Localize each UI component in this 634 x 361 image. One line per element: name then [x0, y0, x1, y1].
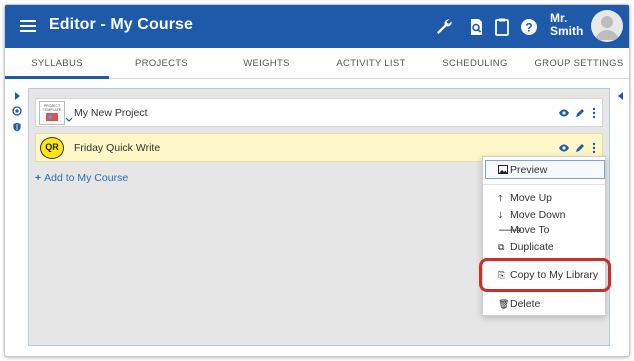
page-title: Editor - My Course — [49, 16, 194, 33]
chevron-down-icon[interactable] — [65, 116, 73, 124]
list-item[interactable]: PROJECT TEMPLATE My New Project — [35, 98, 603, 127]
menu-item-move-to[interactable]: 🡒Move To — [498, 224, 550, 236]
hamburger-menu-icon[interactable] — [19, 17, 37, 35]
preview-doc-icon[interactable] — [466, 17, 486, 37]
tab-syllabus[interactable]: SYLLABUS — [5, 48, 109, 79]
menu-item-preview[interactable]: Preview — [485, 160, 605, 179]
tab-group-settings[interactable]: GROUP SETTINGS — [527, 48, 629, 79]
item-label: Friday Quick Write — [74, 142, 161, 154]
menu-item-move-down[interactable]: 🡓 Move Down — [498, 208, 565, 224]
item-context-menu: Preview 🡑 Move Up 🡓 Move Down 🡒Move To ⧉ Du… — [482, 156, 606, 316]
svg-text:?: ? — [525, 21, 532, 35]
wrench-icon[interactable] — [434, 17, 454, 37]
tab-bar: SYLLABUS PROJECTS WEIGHTS ACTIVITY LIST … — [5, 48, 629, 79]
item-label: My New Project — [74, 107, 148, 119]
user-avatar[interactable] — [591, 10, 623, 42]
target-icon[interactable] — [12, 106, 22, 116]
left-rail — [5, 79, 27, 356]
quick-write-badge: QR — [40, 137, 64, 159]
clipboard-icon[interactable] — [492, 17, 512, 37]
tab-scheduling[interactable]: SCHEDULING — [423, 48, 527, 79]
menu-item-duplicate[interactable]: ⧉ Duplicate — [498, 241, 554, 253]
app-window: Editor - My Course ? Mr. Smith SYLLABUS … — [4, 4, 630, 357]
menu-divider — [483, 184, 605, 185]
duplicate-icon: ⧉ — [498, 242, 505, 252]
arrow-right-icon: 🡒 — [498, 225, 523, 235]
eye-icon[interactable] — [558, 142, 570, 154]
image-placeholder-icon — [46, 113, 58, 121]
user-name[interactable]: Mr. Smith — [550, 12, 583, 38]
collapse-left-icon[interactable] — [617, 91, 625, 101]
menu-item-move-up[interactable]: 🡑 Move Up — [498, 191, 552, 207]
highlight-callout — [479, 258, 611, 292]
arrow-down-icon: 🡓 — [498, 210, 503, 220]
image-icon — [498, 165, 508, 174]
tab-weights[interactable]: WEIGHTS — [214, 48, 319, 79]
user-avatar-icon — [595, 16, 619, 40]
help-icon[interactable]: ? — [519, 17, 539, 37]
tab-projects[interactable]: PROJECTS — [109, 48, 214, 79]
pencil-icon[interactable] — [574, 142, 586, 154]
add-to-course-link[interactable]: + Add to My Course — [35, 172, 128, 184]
more-vertical-icon[interactable] — [588, 107, 600, 119]
plus-icon: + — [35, 172, 42, 184]
shield-icon[interactable] — [12, 122, 22, 132]
more-vertical-icon[interactable] — [588, 142, 600, 154]
tab-activity-list[interactable]: ACTIVITY LIST — [319, 48, 423, 79]
trash-icon: 🗑 — [498, 299, 510, 309]
expand-right-icon[interactable] — [12, 91, 22, 101]
pencil-icon[interactable] — [574, 107, 586, 119]
eye-icon[interactable] — [558, 107, 570, 119]
menu-item-delete[interactable]: 🗑Delete — [498, 298, 540, 310]
project-thumbnail: PROJECT TEMPLATE — [39, 101, 65, 125]
arrow-up-icon: 🡑 — [498, 193, 503, 203]
app-bar: Editor - My Course ? Mr. Smith — [5, 5, 629, 48]
